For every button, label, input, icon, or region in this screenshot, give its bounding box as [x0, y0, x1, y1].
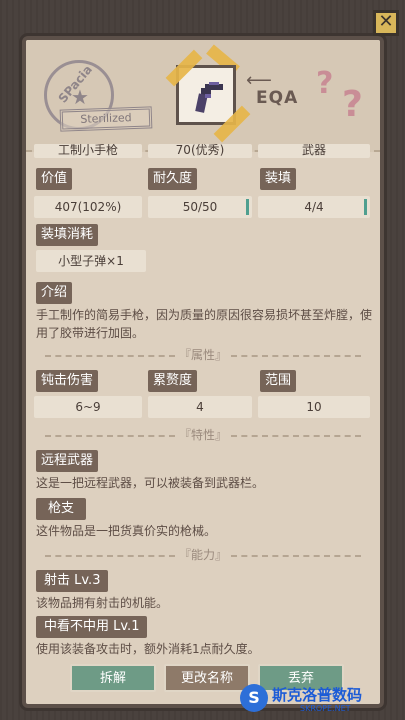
watermark: S 斯克洛普数码 SKROPE.NET	[240, 678, 405, 720]
durability-label: 耐久度	[148, 168, 198, 190]
ability-flimsy-desc: 使用该装备攻击时，额外消耗1点耐久度。	[36, 642, 260, 656]
eqa-label: EQA	[256, 88, 299, 108]
attributes-section-title: 『属性』	[26, 346, 380, 363]
reload-label: 装填	[260, 168, 297, 190]
trait-ranged-weapon[interactable]: 远程武器	[36, 450, 99, 472]
ammo-cost-value: 小型子弹×1	[36, 250, 146, 272]
encumbrance-value: 4	[148, 396, 252, 418]
star-icon: ★	[71, 85, 89, 109]
ability-shoot-desc: 该物品拥有射击的机能。	[36, 596, 169, 610]
blunt-damage-value: 6~9	[34, 396, 142, 418]
ammo-cost-label: 装填消耗	[36, 224, 99, 246]
reload-text: 4/4	[304, 200, 324, 214]
item-detail-card: SPacia ★ Sterilized ⟵ EQA ? ? 工制小手枪 70(优…	[22, 36, 384, 708]
durability-bar	[246, 199, 249, 215]
value-label: 价值	[36, 168, 73, 190]
item-header: SPacia ★ Sterilized ⟵ EQA ? ?	[26, 40, 380, 152]
sterilized-stamp: Sterilized	[59, 106, 153, 132]
trait-firearm-desc: 这件物品是一把货真价实的枪械。	[36, 524, 217, 538]
trait-ranged-weapon-desc: 这是一把远程武器，可以被装备到武器栏。	[36, 476, 265, 490]
question-mark: ?	[342, 84, 363, 125]
durability-value: 50/50	[148, 196, 252, 218]
rename-button[interactable]: 更改名称	[164, 664, 250, 692]
item-type-value: 武器	[258, 144, 370, 158]
range-value: 10	[258, 396, 370, 418]
blunt-damage-label: 钝击伤害	[36, 370, 99, 392]
watermark-subtext: SKROPE.NET	[300, 704, 351, 713]
reload-value: 4/4	[258, 196, 370, 218]
question-mark: ?	[316, 66, 334, 101]
traits-section-title: 『特性』	[26, 426, 380, 443]
trait-firearm[interactable]: 枪支	[36, 498, 87, 520]
intro-text: 手工制作的简易手枪，因为质量的原因很容易损坏甚至炸膛，使用了胶带进行加固。	[36, 308, 373, 340]
close-icon[interactable]: ✕	[373, 10, 399, 36]
item-name-value: 工制小手枪	[34, 144, 142, 158]
encumbrance-label: 累赘度	[148, 370, 198, 392]
pistol-icon	[195, 82, 223, 113]
ability-shoot[interactable]: 射击 Lv.3	[36, 570, 109, 592]
ability-flimsy[interactable]: 中看不中用 Lv.1	[36, 616, 148, 638]
intro-label: 介绍	[36, 282, 73, 304]
quality-value: 70(优秀)	[148, 144, 252, 158]
durability-text: 50/50	[182, 200, 218, 214]
watermark-text: 斯克洛普数码	[272, 686, 363, 704]
range-label: 范围	[260, 370, 297, 392]
abilities-section-title: 『能力』	[26, 546, 380, 563]
reload-bar	[364, 199, 367, 215]
watermark-logo-icon: S	[240, 684, 268, 712]
disassemble-button[interactable]: 拆解	[70, 664, 156, 692]
value-value: 407(102%)	[34, 196, 142, 218]
